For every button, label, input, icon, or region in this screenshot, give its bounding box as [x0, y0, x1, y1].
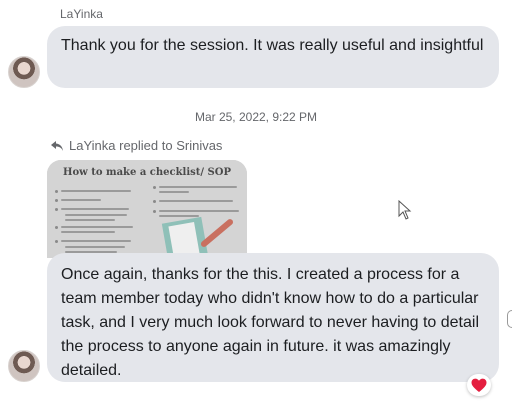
- reply-context: LaYinka replied to Srinivas: [50, 138, 222, 153]
- reaction-badge[interactable]: [467, 374, 491, 396]
- scrollbar[interactable]: [507, 310, 512, 328]
- heart-icon: [471, 378, 487, 392]
- mouse-cursor-icon: [398, 200, 412, 220]
- quoted-image-preview[interactable]: How to make a checklist/ SOP: [47, 160, 247, 258]
- message-text: Once again, thanks for the this. I creat…: [61, 266, 479, 379]
- reply-context-text: LaYinka replied to Srinivas: [69, 138, 223, 153]
- message-bubble[interactable]: Once again, thanks for the this. I creat…: [47, 253, 499, 382]
- avatar[interactable]: [8, 56, 40, 88]
- quoted-document: How to make a checklist/ SOP: [47, 160, 247, 258]
- timestamp: Mar 25, 2022, 9:22 PM: [194, 110, 318, 124]
- quoted-document-title: How to make a checklist/ SOP: [63, 167, 231, 178]
- message-bubble[interactable]: Thank you for the session. It was really…: [47, 26, 499, 88]
- sender-name: LaYinka: [60, 7, 103, 21]
- avatar[interactable]: [8, 350, 40, 382]
- message-text: Thank you for the session. It was really…: [61, 37, 484, 54]
- reply-icon: [51, 140, 63, 151]
